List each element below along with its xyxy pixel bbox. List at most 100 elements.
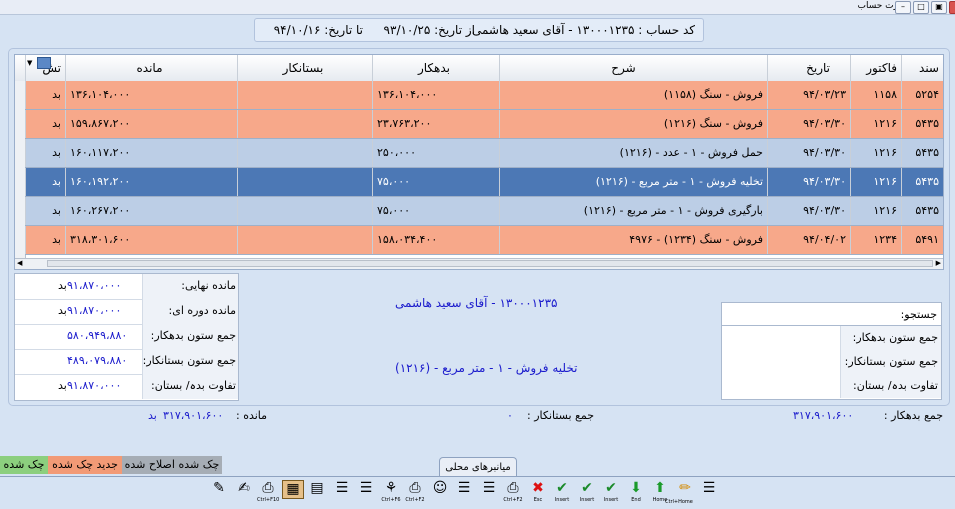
cell-debit: ۱۳۶،۱۰۴،۰۰۰	[372, 81, 499, 109]
col-balance[interactable]: مانده	[65, 55, 237, 81]
check-insert2-button[interactable]: ✔ Insert	[576, 480, 598, 506]
cell-status: بد	[25, 197, 65, 225]
total-credit-value: ۰	[507, 409, 513, 422]
check-insert3-icon: ✔	[605, 480, 617, 496]
table-row[interactable]: ۵۴۳۵ ۱۲۱۶ ۹۴/۰۳/۳۰ تخلیه فروش - ۱ - متر مرب…	[25, 168, 943, 197]
print2-button[interactable]: ⎙ Ctrl+F2	[502, 480, 524, 506]
summary-left-panel: مانده نهایی: ۹۱،۸۷۰،۰۰۰ بد مانده دوره ای…	[14, 273, 239, 401]
scroll-left-icon[interactable]: ◀	[17, 259, 22, 267]
cell-debit: ۱۵۸،۰۳۴،۴۰۰	[372, 226, 499, 254]
arrow-down-button[interactable]: ⬇ End	[625, 480, 647, 506]
table-row[interactable]: ۵۴۹۱ ۱۲۳۴ ۹۴/۰۴/۰۲ فروش - سنگ (۱۲۳۴) - ۴۹۷۶…	[25, 226, 943, 255]
doc2-button[interactable]: ☰	[355, 480, 377, 506]
cell-description: فروش - سنگ (۱۲۳۴) - ۴۹۷۶	[499, 226, 767, 254]
minimize-button[interactable]: –	[895, 1, 911, 14]
account-code-label: کد حساب : ۱۳۰۰۰۱۲۳۵ - آقای سعید هاشمی	[471, 23, 695, 37]
printer-button[interactable]: ⎙ Ctrl+F2	[404, 480, 426, 506]
summary-credit-sum: جمع ستون بستانکار: ۴۸۹،۰۷۹،۸۸۰	[15, 349, 238, 375]
broom-button[interactable]: ⚘ Ctrl+F6	[380, 480, 402, 506]
list2-icon: ☰	[482, 480, 496, 496]
total-balance-label: مانده :	[236, 409, 268, 422]
arrow-up-button[interactable]: ⬆ Home Ctrl+Home	[649, 480, 693, 506]
summary-status: بد	[58, 304, 67, 317]
search-row-label: تفاوت بدہ/ بستان:	[853, 379, 938, 392]
search-header[interactable]: جستجو:	[722, 303, 941, 326]
legend-new-checked: جدید چک شده	[48, 456, 122, 474]
center-selected-description: تخلیه فروش - ۱ - متر مربع - (۱۲۱۶)	[395, 361, 578, 375]
scroll-thumb[interactable]	[47, 260, 933, 267]
cell-invoice: ۱۲۱۶	[850, 110, 901, 138]
table-row[interactable]: ۵۴۳۵ ۱۲۱۶ ۹۴/۰۳/۳۰ فروش - سنگ (۱۲۱۶) ۲۳،۷۶۳،…	[25, 110, 943, 139]
calculator-button[interactable]: ▦	[282, 480, 304, 506]
to-date-label: تا تاریخ: ۹۴/۱۰/۱۶	[273, 23, 363, 37]
form-button[interactable]: ▤	[306, 480, 328, 506]
col-doc[interactable]: سند	[901, 55, 943, 81]
check-insert-icon: ✔	[556, 480, 568, 496]
list-button[interactable]: ☰	[453, 480, 475, 506]
check-insert2-icon: ✔	[581, 480, 593, 496]
pencil-button[interactable]: ✏	[674, 480, 696, 506]
notes-button[interactable]: ☰	[698, 480, 720, 506]
restore-button[interactable]: □	[913, 1, 929, 14]
search-panel: جستجو: جمع ستون بدهکار: جمع ستون بستانکا…	[721, 302, 942, 400]
pencil-icon: ✏	[679, 480, 691, 496]
shortcut-caption: Insert	[603, 497, 619, 503]
col-invoice[interactable]: فاکتور	[850, 55, 901, 81]
cell-debit: ۷۵،۰۰۰	[372, 197, 499, 225]
maximize-button[interactable]: ▣	[931, 1, 947, 14]
table-row[interactable]: ۵۴۳۵ ۱۲۱۶ ۹۴/۰۳/۳۰ بارگیری فروش - ۱ - متر م…	[25, 197, 943, 226]
summary-label: جمع ستون بدهکار:	[150, 329, 236, 342]
shortcut-caption: Esc	[533, 497, 543, 503]
legend-modified-checked: چک شده اصلاح شده	[122, 456, 222, 474]
search-credit-value	[722, 350, 841, 374]
ledger-grid[interactable]: سند فاکتور تاریخ شرح بدهکار بستانکار مان…	[14, 54, 944, 270]
cell-credit	[237, 139, 372, 167]
close-button[interactable]: ✖ Esc	[527, 480, 549, 506]
cell-description: تخلیه فروش - ۱ - متر مربع - (۱۲۱۶)	[499, 168, 767, 196]
cell-date: ۹۴/۰۳/۳۰	[767, 168, 850, 196]
shortcut-caption: Insert	[579, 497, 595, 503]
bottom-toolbar: ✎ ✍ ⎙ Ctrl+F10 ▦ ▤ ☰ ☰ ⚘ Ctrl+F6 ⎙ Ctrl+F2 ☺ ☰ ☰ ⎙ Ctrl+…	[0, 476, 955, 509]
table-row[interactable]: ۵۴۳۵ ۱۲۱۶ ۹۴/۰۳/۳۰ حمل فروش - ۱ - عدد - (۱۲…	[25, 139, 943, 168]
list2-button[interactable]: ☰	[478, 480, 500, 506]
shortcut-caption: Ctrl+F2	[405, 497, 425, 503]
summary-label: جمع ستون بستانکار:	[142, 354, 236, 367]
check-insert3-button[interactable]: ✔ Insert	[600, 480, 622, 506]
doc-button[interactable]: ☰	[331, 480, 353, 506]
cell-status: بد	[25, 226, 65, 254]
scanner-icon: ⎙	[262, 480, 274, 496]
cell-invoice: ۱۲۱۶	[850, 197, 901, 225]
scanner-button[interactable]: ⎙ Ctrl+F10	[257, 480, 279, 506]
shortcut-caption: Ctrl+F10	[257, 497, 280, 503]
cell-balance: ۳۱۸،۳۰۱،۶۰۰	[65, 226, 237, 254]
users-button[interactable]: ☺	[429, 480, 451, 506]
cell-credit	[237, 197, 372, 225]
edit-doc-button[interactable]: ✍	[233, 480, 255, 506]
scroll-right-icon[interactable]: ▶	[936, 259, 941, 267]
table-row[interactable]: ۵۲۵۴ ۱۱۵۸ ۹۴/۰۳/۲۳ فروش - سنگ (۱۱۵۸) ۱۳۶،۱۰۴…	[25, 81, 943, 110]
search-credit-row: جمع ستون بستانکار:	[722, 350, 941, 375]
summary-debit-sum: جمع ستون بدهکار: ۵۸۰،۹۴۹،۸۸۰	[15, 324, 238, 350]
col-debit[interactable]: بدهکار	[372, 55, 499, 81]
summary-label: تفاوت بدہ/ بستان:	[151, 379, 236, 392]
cell-status: بد	[25, 81, 65, 109]
col-description[interactable]: شرح	[499, 55, 767, 81]
check-insert-button[interactable]: ✔ Insert	[551, 480, 573, 506]
cell-debit: ۲۳،۷۶۳،۲۰۰	[372, 110, 499, 138]
total-credit-label: جمع بستانکار :	[527, 409, 595, 422]
column-chooser-icon[interactable]	[37, 57, 51, 69]
tab-local-shortcuts[interactable]: میانبرهای محلی	[439, 457, 517, 477]
total-debit-value: ۳۱۷،۹۰۱،۶۰۰	[793, 409, 854, 422]
col-date[interactable]: تاریخ	[767, 55, 850, 81]
printer-icon: ⎙	[409, 480, 421, 496]
cell-doc: ۵۲۵۴	[901, 81, 943, 109]
cell-doc: ۵۴۳۵	[901, 139, 943, 167]
close-window-button[interactable]: ×	[949, 1, 955, 14]
note-button[interactable]: ✎	[208, 480, 230, 506]
cell-doc: ۵۴۹۱	[901, 226, 943, 254]
cell-credit	[237, 226, 372, 254]
col-credit[interactable]: بستانکار	[237, 55, 372, 81]
horizontal-scrollbar[interactable]: ◀ ▶	[15, 258, 943, 269]
cell-debit: ۷۵،۰۰۰	[372, 168, 499, 196]
cell-date: ۹۴/۰۴/۰۲	[767, 226, 850, 254]
